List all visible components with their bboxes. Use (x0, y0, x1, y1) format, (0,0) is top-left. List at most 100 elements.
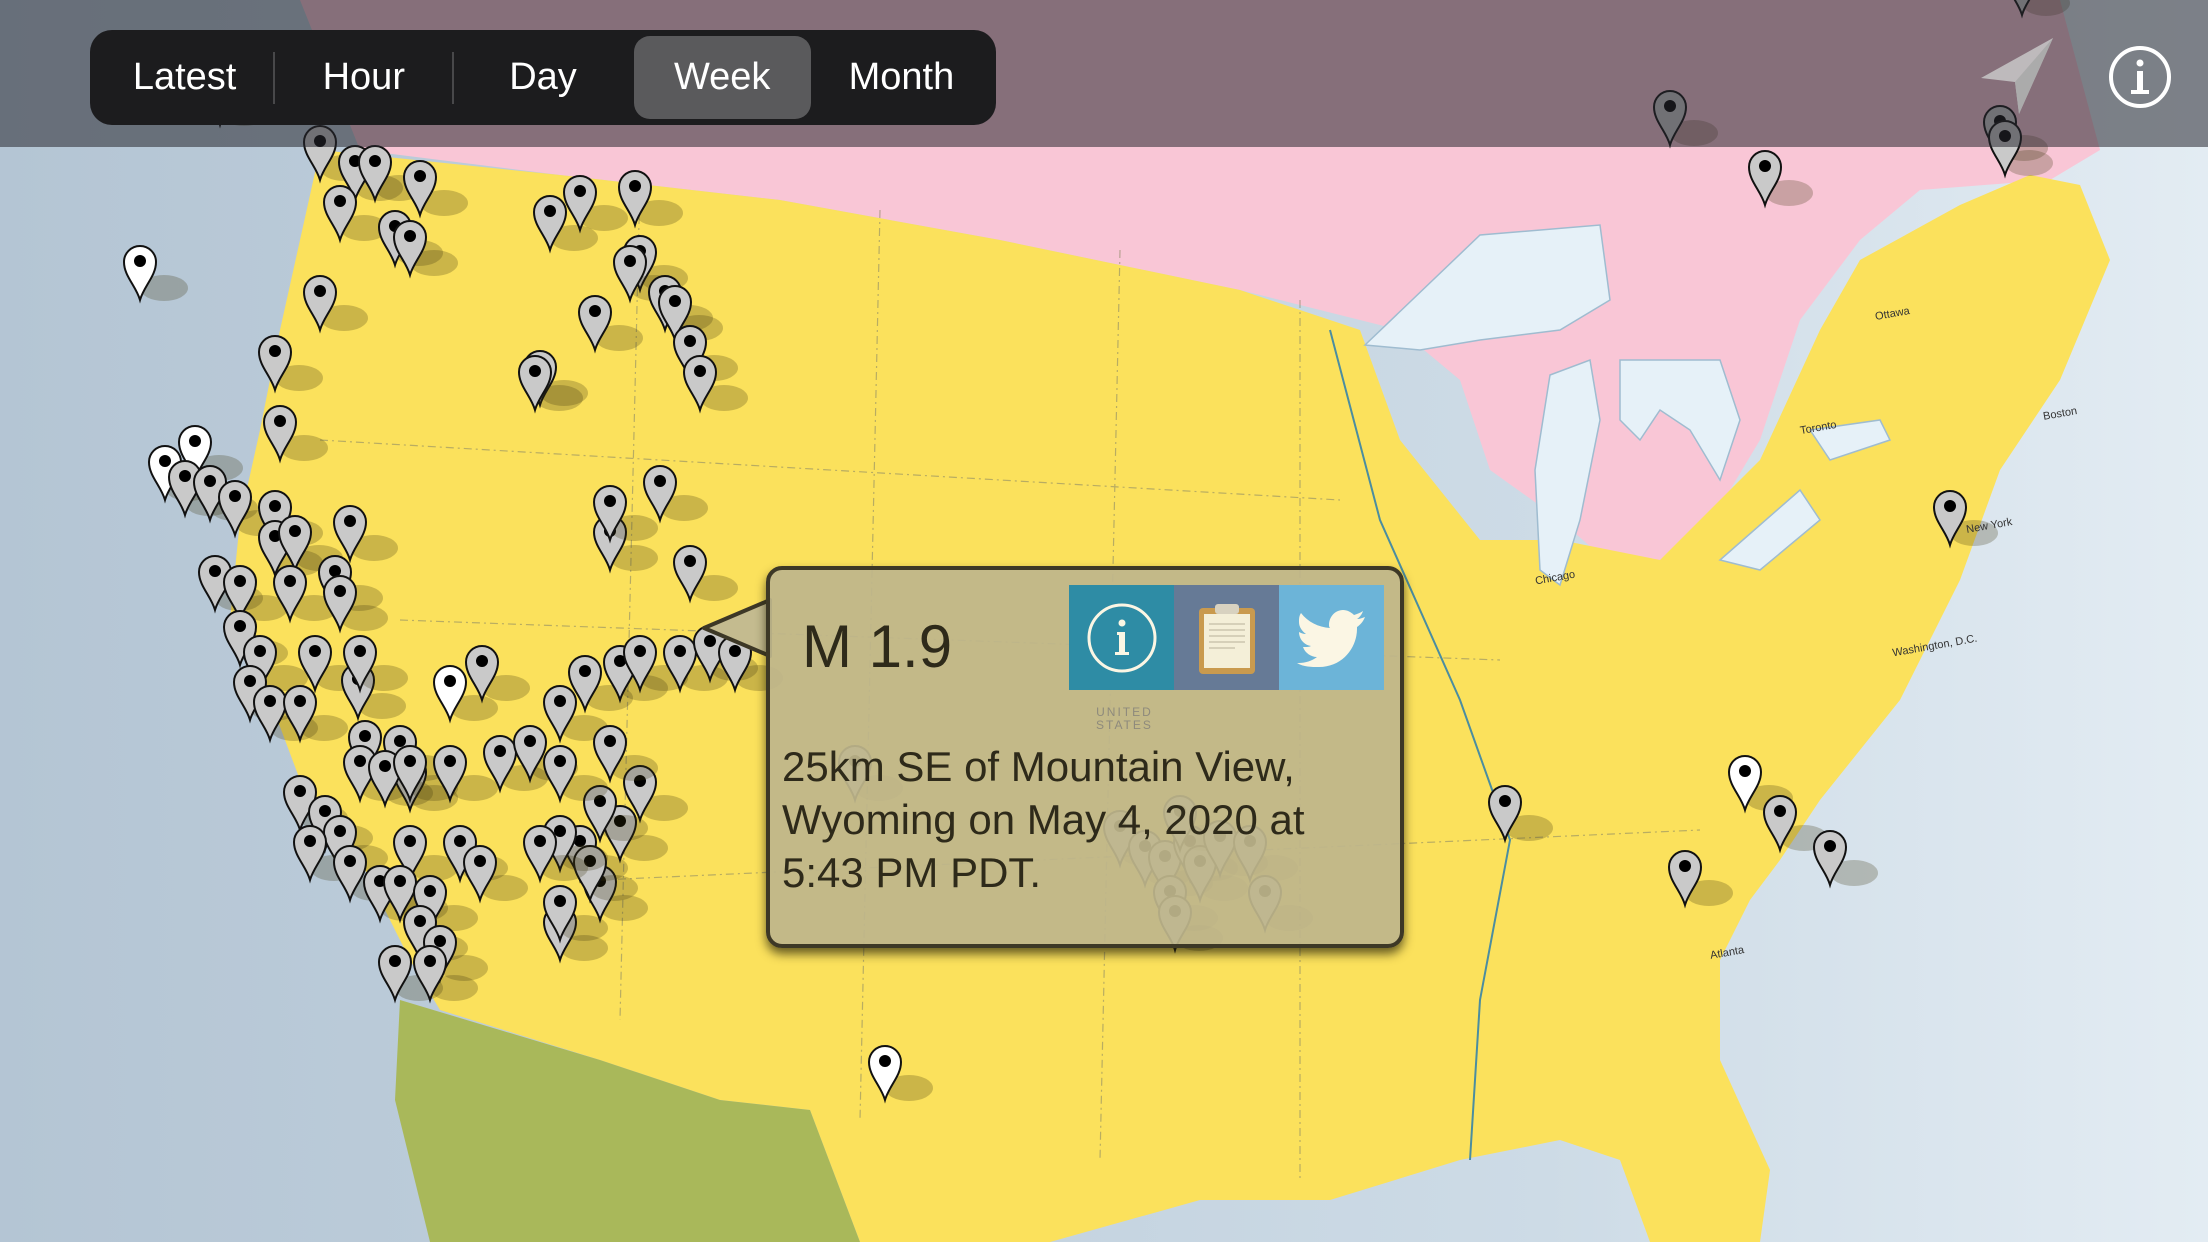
pin-dot (209, 565, 221, 577)
pin-dot (294, 695, 306, 707)
location-arrow-icon (1981, 38, 2053, 114)
segment-month[interactable]: Month (813, 36, 990, 119)
pin-dot (389, 955, 401, 967)
info-circle-icon (1087, 603, 1156, 672)
pin-dot (354, 755, 366, 767)
details-button[interactable] (1069, 585, 1174, 690)
pin-dot (284, 575, 296, 587)
pin-dot (879, 1055, 891, 1067)
pin-dot (314, 285, 326, 297)
pin-dot (604, 495, 616, 507)
pin-dot (274, 415, 286, 427)
pin-dot (654, 475, 666, 487)
pin-dot (624, 255, 636, 267)
earthquake-callout: M 1.9 UNITED STATES 25km SE of Mountain … (766, 566, 1404, 948)
pin-dot (454, 835, 466, 847)
pin-dot (634, 645, 646, 657)
pin-dot (1679, 860, 1691, 872)
pin-dot (404, 230, 416, 242)
pin-dot (244, 675, 256, 687)
pin-dot (554, 695, 566, 707)
pin-dot (554, 825, 566, 837)
pin-dot (159, 455, 171, 467)
pin-dot (574, 185, 586, 197)
copy-button[interactable] (1174, 585, 1279, 690)
pin-dot (134, 255, 146, 267)
twitter-bird-icon (1296, 609, 1365, 667)
pin-dot (1739, 765, 1751, 777)
tweet-button[interactable] (1279, 585, 1384, 690)
pin-dot (589, 305, 601, 317)
country-label-line: STATES (1096, 718, 1153, 732)
pin-dot (684, 335, 696, 347)
pin-dot (404, 835, 416, 847)
pin-dot (344, 515, 356, 527)
pin-dot (269, 500, 281, 512)
pin-dot (414, 170, 426, 182)
pin-dot (254, 645, 266, 657)
map-country-label: UNITED STATES (1096, 706, 1153, 732)
time-range-segmented-control[interactable]: Latest Hour Day Week Month (90, 30, 996, 125)
pin-dot (414, 915, 426, 927)
pin-dot (359, 730, 371, 742)
pin-dot (529, 365, 541, 377)
pin-dot (434, 935, 446, 947)
pin-dot (294, 785, 306, 797)
pin-dot (674, 645, 686, 657)
pin-dot (669, 295, 681, 307)
pin-dot (1499, 795, 1511, 807)
pin-dot (1774, 805, 1786, 817)
pin-dot (554, 755, 566, 767)
pin-dot (319, 805, 331, 817)
pin-dot (444, 675, 456, 687)
segment-label: Latest (132, 56, 237, 98)
segment-day[interactable]: Day (454, 36, 631, 119)
segment-label: Hour (322, 56, 405, 98)
pin-dot (629, 180, 641, 192)
segment-label: Day (509, 56, 577, 98)
pin-dot (1759, 160, 1771, 172)
earthquake-description: 25km SE of Mountain View, Wyoming on May… (782, 743, 1305, 896)
pin-dot (379, 760, 391, 772)
pin-dot (404, 755, 416, 767)
pin-dot (579, 665, 591, 677)
segment-label: Week (673, 56, 771, 98)
pin-dot (534, 835, 546, 847)
pin-dot (394, 875, 406, 887)
pin-dot (554, 895, 566, 907)
pin-dot (234, 575, 246, 587)
magnitude-label: M 1.9 (802, 613, 953, 680)
segment-hour[interactable]: Hour (275, 36, 452, 119)
pin-dot (189, 435, 201, 447)
pin-dot (334, 195, 346, 207)
pin-dot (424, 955, 436, 967)
pin-dot (444, 755, 456, 767)
segment-week[interactable]: Week (633, 36, 811, 119)
segment-latest[interactable]: Latest (96, 36, 273, 119)
segment-label: Month (848, 56, 955, 98)
clipboard-icon (1198, 603, 1255, 674)
pin-dot (304, 835, 316, 847)
pin-dot (289, 525, 301, 537)
info-circle-icon (2109, 46, 2171, 108)
pin-dot (204, 475, 216, 487)
pin-dot (179, 470, 191, 482)
pin-dot (234, 620, 246, 632)
pin-dot (334, 825, 346, 837)
pin-dot (494, 745, 506, 757)
location-arrow-button[interactable] (1975, 30, 2065, 120)
pin-dot (229, 490, 241, 502)
pin-dot (309, 645, 321, 657)
pin-dot (1824, 840, 1836, 852)
pin-dot (604, 735, 616, 747)
pin-dot (344, 855, 356, 867)
pin-dot (684, 555, 696, 567)
pin-dot (476, 655, 488, 667)
pin-dot (354, 645, 366, 657)
pin-dot (544, 205, 556, 217)
pin-dot (334, 585, 346, 597)
info-button[interactable] (2108, 45, 2172, 109)
pin-dot (1944, 500, 1956, 512)
popup-pointer (702, 598, 772, 658)
pin-dot (694, 365, 706, 377)
